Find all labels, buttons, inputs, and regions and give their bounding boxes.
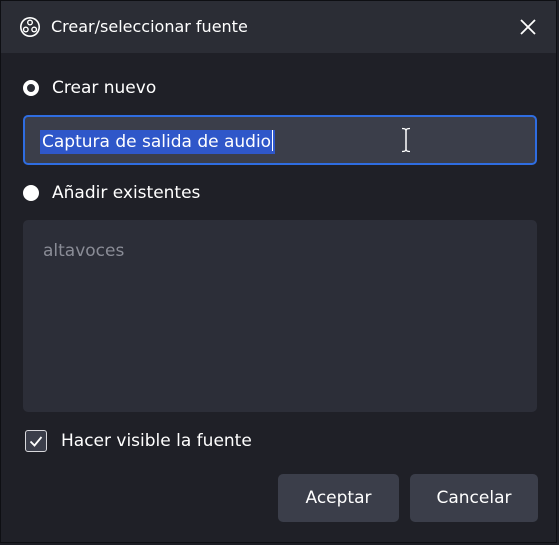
- make-visible-label: Hacer visible la fuente: [61, 431, 252, 451]
- create-new-label: Crear nuevo: [52, 78, 157, 98]
- close-icon[interactable]: [514, 13, 542, 41]
- title-bar: Crear/seleccionar fuente: [1, 1, 556, 53]
- create-select-source-dialog: Crear/seleccionar fuente Crear nuevo Cap…: [0, 0, 557, 543]
- make-visible-checkbox[interactable]: [25, 430, 47, 452]
- add-existing-label: Añadir existentes: [52, 183, 201, 203]
- text-cursor-icon: [401, 127, 411, 153]
- list-item[interactable]: altavoces: [43, 240, 124, 262]
- source-name-input[interactable]: Captura de salida de audio: [23, 115, 537, 165]
- existing-sources-list[interactable]: altavoces: [23, 220, 537, 412]
- create-new-radio[interactable]: [23, 80, 39, 96]
- source-name-selected-text[interactable]: Captura de salida de audio: [40, 130, 276, 154]
- create-new-option[interactable]: Crear nuevo: [23, 76, 156, 100]
- dialog-title: Crear/seleccionar fuente: [51, 17, 248, 36]
- source-name-value: Captura de salida de audio: [42, 132, 272, 152]
- add-existing-option[interactable]: Añadir existentes: [23, 181, 200, 205]
- cancel-button[interactable]: Cancelar: [410, 474, 538, 522]
- add-existing-radio[interactable]: [23, 185, 39, 201]
- text-caret: [272, 130, 274, 151]
- obs-logo-icon: [20, 17, 40, 37]
- make-visible-option[interactable]: Hacer visible la fuente: [25, 429, 252, 453]
- checkmark-icon: [29, 436, 43, 447]
- accept-button[interactable]: Aceptar: [278, 474, 399, 522]
